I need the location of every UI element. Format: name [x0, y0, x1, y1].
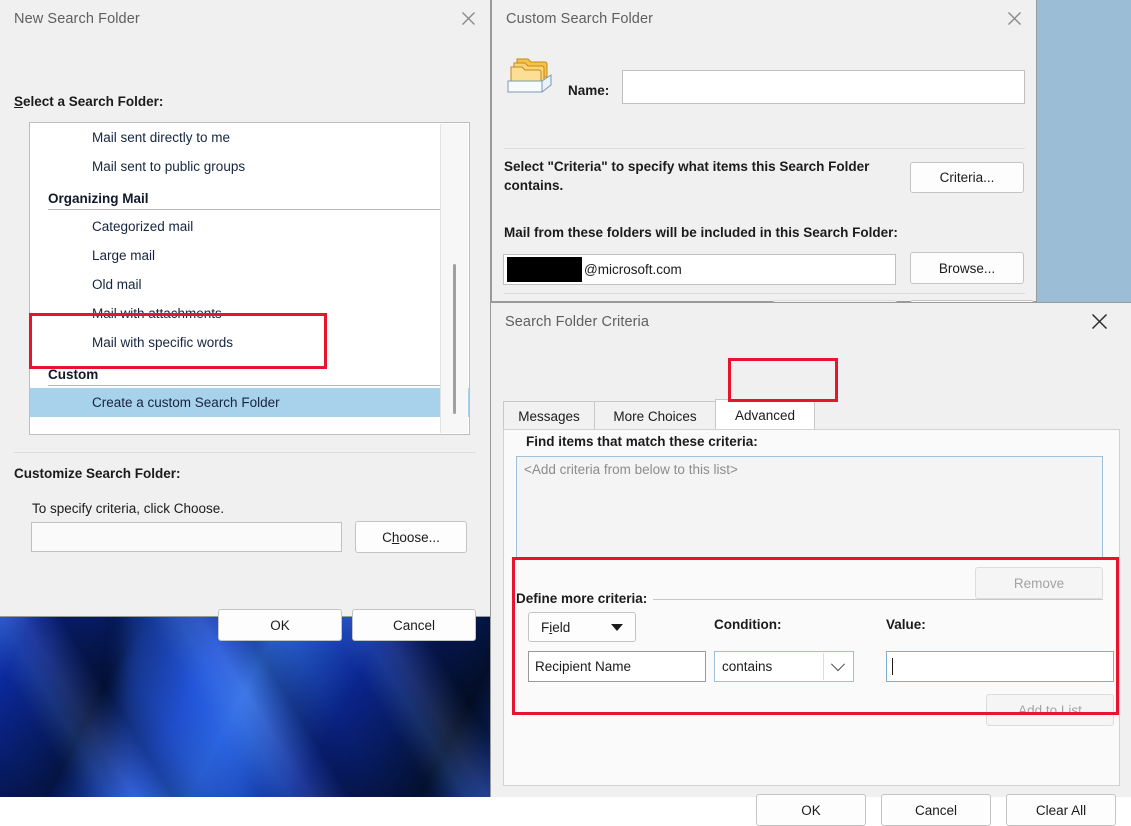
add-to-list-button[interactable]: Add to List: [986, 694, 1114, 726]
tab-advanced-label: Advanced: [734, 408, 796, 423]
clear-all-button[interactable]: Clear All: [1006, 794, 1116, 826]
search-folder-criteria-titlebar: Search Folder Criteria: [491, 303, 1131, 341]
custom-search-folder-titlebar: Custom Search Folder: [492, 0, 1036, 38]
folder-name-input[interactable]: [622, 70, 1025, 104]
tab-more-choices-label: More Choices: [613, 409, 697, 424]
search-folder-criteria-dialog: Search Folder Criteria Messages More Cho…: [490, 302, 1131, 826]
fieldset-rule: [647, 599, 1103, 600]
criteria-display-field[interactable]: [31, 522, 342, 552]
new-search-folder-ok-button[interactable]: OK: [218, 609, 342, 641]
redacted-mailbox-name: [507, 257, 582, 282]
accelerator-letter: S: [14, 94, 24, 109]
select-search-folder-label-rest: elect a Search Folder:: [23, 94, 164, 109]
search-folder-list-items: Mail sent directly to me Mail sent to pub…: [30, 123, 469, 417]
condition-label: Condition:: [714, 617, 782, 632]
search-folder-criteria-title: Search Folder Criteria: [505, 314, 650, 330]
list-item[interactable]: Mail with specific words: [30, 328, 469, 357]
search-folder-list[interactable]: Mail sent directly to me Mail sent to pub…: [29, 122, 470, 435]
stacked-folders-icon: [506, 54, 556, 99]
condition-combobox-arrow[interactable]: [823, 653, 852, 680]
list-group-rule: [48, 209, 461, 210]
criteria-cancel-button[interactable]: Cancel: [881, 794, 991, 826]
tab-messages[interactable]: Messages: [503, 401, 595, 431]
list-item[interactable]: Mail sent directly to me: [30, 123, 469, 152]
list-group-rule: [48, 385, 461, 386]
custom-search-folder-title: Custom Search Folder: [506, 11, 654, 27]
new-search-folder-titlebar: New Search Folder: [0, 0, 490, 38]
new-search-folder-dialog: New Search Folder Select a Search Folder…: [0, 0, 491, 641]
field-button-label: Field: [541, 619, 571, 635]
new-search-folder-cancel-button[interactable]: Cancel: [352, 609, 476, 641]
select-search-folder-label: Select a Search Folder:: [14, 94, 163, 109]
list-scrollbar[interactable]: [440, 124, 468, 433]
list-item[interactable]: Create a custom Search Folder: [30, 388, 469, 417]
clear-all-button-label: Clear All: [1035, 802, 1087, 818]
choose-button[interactable]: Choose...: [355, 521, 467, 553]
list-item[interactable]: Large mail: [30, 241, 469, 270]
field-value-text: Recipient Name: [535, 659, 632, 674]
criteria-button-label: Criteria...: [939, 170, 995, 185]
cancel-button-label: Cancel: [392, 617, 436, 633]
tab-more-choices[interactable]: More Choices: [594, 401, 716, 431]
define-more-criteria-group: Define more criteria: Field Condition: V…: [516, 591, 1114, 771]
criteria-list-placeholder: <Add criteria from below to this list>: [524, 462, 738, 477]
background-panel: [1037, 0, 1131, 302]
condition-value-text: contains: [722, 659, 773, 674]
list-group-header: Custom: [48, 367, 99, 382]
add-to-list-button-label: Add to List: [1018, 702, 1082, 718]
criteria-button[interactable]: Criteria...: [910, 162, 1024, 193]
mailbox-domain: @microsoft.com: [584, 262, 682, 277]
browse-button-label: Browse...: [938, 260, 996, 276]
browse-button[interactable]: Browse...: [910, 252, 1024, 284]
list-scrollbar-thumb[interactable]: [453, 264, 456, 414]
list-group-header: Organizing Mail: [48, 191, 149, 206]
customize-search-folder-label: Customize Search Folder:: [14, 466, 181, 481]
criteria-list[interactable]: <Add criteria from below to this list>: [516, 456, 1103, 559]
list-item[interactable]: Mail sent to public groups: [30, 152, 469, 181]
advanced-tab-panel: Find items that match these criteria: <A…: [503, 429, 1120, 786]
remove-button-label: Remove: [1013, 575, 1065, 591]
included-folders-field[interactable]: @microsoft.com: [503, 254, 896, 285]
name-label: Name:: [568, 83, 610, 98]
tab-messages-label: Messages: [518, 409, 580, 424]
text-caret: [892, 658, 893, 675]
criteria-description-label: Select "Criteria" to specify what items …: [504, 159, 870, 193]
define-more-criteria-label: Define more criteria:: [516, 591, 654, 606]
choose-button-label: Choose...: [382, 529, 440, 545]
close-icon[interactable]: [1077, 303, 1121, 340]
field-dropdown-button[interactable]: Field: [528, 612, 636, 642]
cancel-button-label: Cancel: [914, 802, 958, 818]
ok-button-label: OK: [801, 802, 821, 818]
criteria-ok-button[interactable]: OK: [756, 794, 866, 826]
criteria-tabstrip: Messages More Choices Advanced: [503, 399, 1120, 431]
value-input[interactable]: [886, 651, 1114, 682]
divider-customize: [14, 452, 476, 453]
condition-combobox[interactable]: contains: [714, 651, 854, 682]
included-folders-label: Mail from these folders will be included…: [504, 225, 898, 240]
find-items-label: Find items that match these criteria:: [526, 434, 758, 449]
close-icon[interactable]: [446, 0, 490, 37]
criteria-hint-label: To specify criteria, click Choose.: [32, 501, 225, 516]
divider-actions: [504, 293, 1025, 294]
list-item[interactable]: Mail with attachments: [30, 299, 469, 328]
list-item[interactable]: Old mail: [30, 270, 469, 299]
ok-button-label: OK: [270, 617, 290, 633]
new-search-folder-title: New Search Folder: [14, 11, 140, 27]
divider-criteria: [504, 148, 1025, 149]
close-icon[interactable]: [992, 0, 1036, 37]
field-value-field[interactable]: Recipient Name: [528, 651, 706, 682]
tab-advanced[interactable]: Advanced: [715, 399, 815, 431]
custom-search-folder-dialog: Custom Search Folder Name: Select "Crite…: [491, 0, 1037, 332]
chevron-down-icon: [830, 656, 846, 671]
value-label: Value:: [886, 617, 926, 632]
chevron-down-icon: [611, 623, 623, 631]
list-item[interactable]: Categorized mail: [30, 212, 469, 241]
